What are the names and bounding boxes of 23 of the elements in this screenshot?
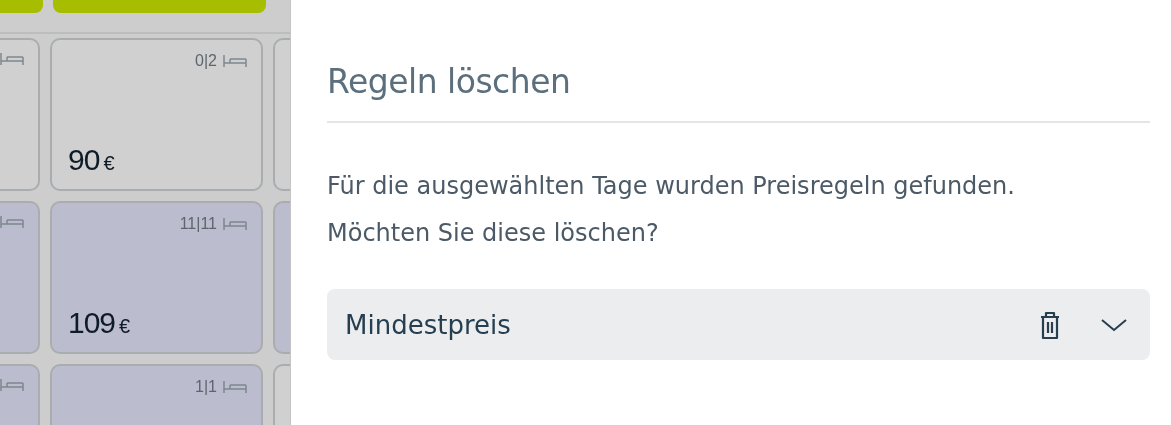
day-cell[interactable]: 0|2 90€ (50, 38, 263, 191)
currency: € (103, 152, 114, 174)
day-cell[interactable] (0, 201, 40, 354)
price: 109 (68, 306, 116, 339)
bed-icon (223, 54, 247, 68)
bed-icon (223, 380, 247, 394)
bed-icon (0, 378, 24, 392)
chevron-icon (1100, 316, 1128, 333)
bed-icon (0, 52, 24, 66)
day-cell[interactable] (0, 38, 40, 191)
dialog-message: Für die ausgewählten Tage wurden Preisregeln gefunden. Möchten Sie diese löschen? (327, 171, 1016, 249)
price: 90 (68, 143, 100, 176)
rule-row[interactable]: Mindestpreis (327, 289, 1150, 360)
currency: € (119, 315, 130, 337)
rule-name: Mindestpreis (345, 309, 512, 340)
dialog-title: Regeln löschen (327, 62, 1150, 123)
expand-button[interactable] (1100, 316, 1128, 333)
bed-icon (223, 217, 247, 231)
day-cell[interactable]: 11|11 109€ (50, 201, 263, 354)
bed-icon (0, 215, 24, 229)
occupancy-count: 11|11 (179, 215, 217, 233)
occupancy-count: 1|1 (195, 378, 217, 396)
occupancy-count: 0|2 (195, 52, 217, 70)
